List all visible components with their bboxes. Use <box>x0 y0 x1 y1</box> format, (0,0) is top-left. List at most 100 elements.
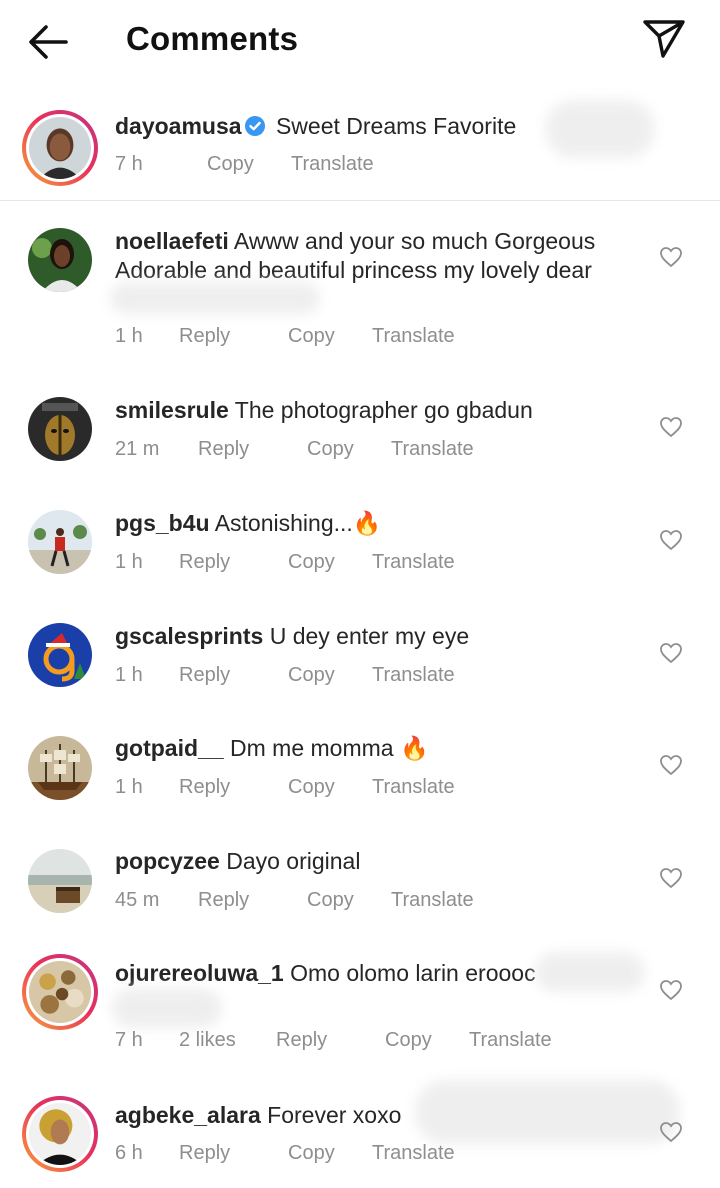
heart-icon <box>660 643 682 664</box>
heart-icon <box>660 417 682 438</box>
fire-emoji: 🔥 <box>399 735 429 761</box>
reply-button[interactable]: Reply <box>198 438 249 461</box>
reply-button[interactable]: Reply <box>276 1029 327 1052</box>
copy-button[interactable]: Copy <box>385 1029 432 1052</box>
comment-text: pgs_b4u Astonishing...🔥 <box>115 509 630 538</box>
copy-button[interactable]: Copy <box>288 551 335 574</box>
translate-button[interactable]: Translate <box>391 438 474 461</box>
translate-button[interactable]: Translate <box>372 664 455 687</box>
avatar[interactable] <box>28 736 92 800</box>
heart-icon <box>660 868 682 889</box>
top-bar: Comments <box>0 0 720 82</box>
copy-button[interactable]: Copy <box>288 776 335 799</box>
comment-meta: 7 h 2 likes Reply Copy Translate <box>115 1029 595 1055</box>
comment-body: Forever xoxo <box>267 1102 402 1128</box>
comment-text: gotpaid__ Dm me momma 🔥 <box>115 734 630 763</box>
arrow-left-icon <box>29 25 68 59</box>
fire-emoji: 🔥 <box>352 510 382 536</box>
copy-button[interactable]: Copy <box>207 153 254 176</box>
comment-body: Awww and your so much Gorgeous <box>233 228 596 254</box>
translate-button[interactable]: Translate <box>469 1029 552 1052</box>
comment-body: U dey enter my eye <box>269 623 470 649</box>
username[interactable]: gscalesprints <box>115 623 263 649</box>
share-button[interactable] <box>641 16 687 62</box>
translate-button[interactable]: Translate <box>372 1142 455 1165</box>
timestamp: 45 m <box>115 889 160 911</box>
comment-row: gscalesprints U dey enter my eye 1 h Rep… <box>0 621 720 701</box>
copy-button[interactable]: Copy <box>307 889 354 912</box>
comment-row: gotpaid__ Dm me momma 🔥 1 h Reply Copy T… <box>0 733 720 813</box>
redaction-blur <box>545 100 655 158</box>
copy-button[interactable]: Copy <box>288 1142 335 1165</box>
reply-button[interactable]: Reply <box>179 325 230 348</box>
translate-button[interactable]: Translate <box>291 153 374 176</box>
like-button[interactable] <box>659 246 683 268</box>
like-button[interactable] <box>659 529 683 551</box>
translate-button[interactable]: Translate <box>372 325 455 348</box>
reply-button[interactable]: Reply <box>179 664 230 687</box>
profile-photo-icon <box>28 623 92 687</box>
timestamp: 1 h <box>115 776 143 798</box>
reply-button[interactable]: Reply <box>179 551 230 574</box>
profile-photo-icon <box>28 397 92 461</box>
translate-button[interactable]: Translate <box>372 551 455 574</box>
redaction-blur <box>110 282 320 314</box>
username[interactable]: gotpaid__ <box>115 735 224 761</box>
profile-photo-icon <box>28 510 92 574</box>
like-button[interactable] <box>659 642 683 664</box>
comment-text: smilesrule The photographer go gbadun <box>115 396 630 425</box>
comment-text: popcyzee Dayo original <box>115 847 630 876</box>
avatar[interactable] <box>22 954 98 1030</box>
reply-button[interactable]: Reply <box>198 889 249 912</box>
translate-button[interactable]: Translate <box>372 776 455 799</box>
like-button[interactable] <box>659 416 683 438</box>
heart-icon <box>660 530 682 551</box>
avatar[interactable] <box>28 228 92 292</box>
timestamp: 7 h <box>115 1029 143 1051</box>
verified-badge-icon <box>244 116 265 136</box>
comment-body: Omo olomo larin eroooc <box>290 960 536 986</box>
redaction-blur <box>415 1080 680 1144</box>
like-button[interactable] <box>659 979 683 1001</box>
like-button[interactable] <box>659 867 683 889</box>
avatar[interactable] <box>28 510 92 574</box>
comment-text: noellaefeti Awww and your so much Gorgeo… <box>115 227 660 285</box>
timestamp: 1 h <box>115 551 143 573</box>
copy-button[interactable]: Copy <box>288 325 335 348</box>
redaction-blur <box>535 952 645 992</box>
username[interactable]: pgs_b4u <box>115 510 210 536</box>
like-button[interactable] <box>659 1121 683 1143</box>
timestamp: 21 m <box>115 438 160 460</box>
username[interactable]: dayoamusa <box>115 113 242 139</box>
translate-button[interactable]: Translate <box>391 889 474 912</box>
copy-button[interactable]: Copy <box>288 664 335 687</box>
username[interactable]: popcyzee <box>115 848 220 874</box>
comment-row: ojurereoluwa_1 Omo olomo larin eroooc 7 … <box>0 952 720 1058</box>
profile-photo-icon <box>28 736 92 800</box>
username[interactable]: agbeke_alara <box>115 1102 261 1128</box>
timestamp: 6 h <box>115 1142 143 1164</box>
copy-button[interactable]: Copy <box>307 438 354 461</box>
like-button[interactable] <box>659 754 683 776</box>
reply-button[interactable]: Reply <box>179 776 230 799</box>
back-button[interactable] <box>26 22 72 62</box>
comment-body: Astonishing... <box>214 510 353 536</box>
redaction-blur <box>112 988 222 1028</box>
profile-photo-icon <box>28 228 92 292</box>
username[interactable]: ojurereoluwa_1 <box>115 960 284 986</box>
page-title: Comments <box>126 20 299 57</box>
username[interactable]: noellaefeti <box>115 228 229 254</box>
comment-body: Dayo original <box>226 848 361 874</box>
reply-button[interactable]: Reply <box>179 1142 230 1165</box>
heart-icon <box>660 247 682 268</box>
comment-row: popcyzee Dayo original 45 m Reply Copy T… <box>0 846 720 926</box>
avatar[interactable] <box>22 110 98 186</box>
avatar[interactable] <box>28 849 92 913</box>
avatar[interactable] <box>28 397 92 461</box>
avatar[interactable] <box>28 623 92 687</box>
timestamp: 1 h <box>115 664 143 686</box>
username[interactable]: smilesrule <box>115 397 229 423</box>
heart-icon <box>660 1122 682 1143</box>
likes-count[interactable]: 2 likes <box>179 1029 236 1052</box>
avatar[interactable] <box>22 1096 98 1172</box>
